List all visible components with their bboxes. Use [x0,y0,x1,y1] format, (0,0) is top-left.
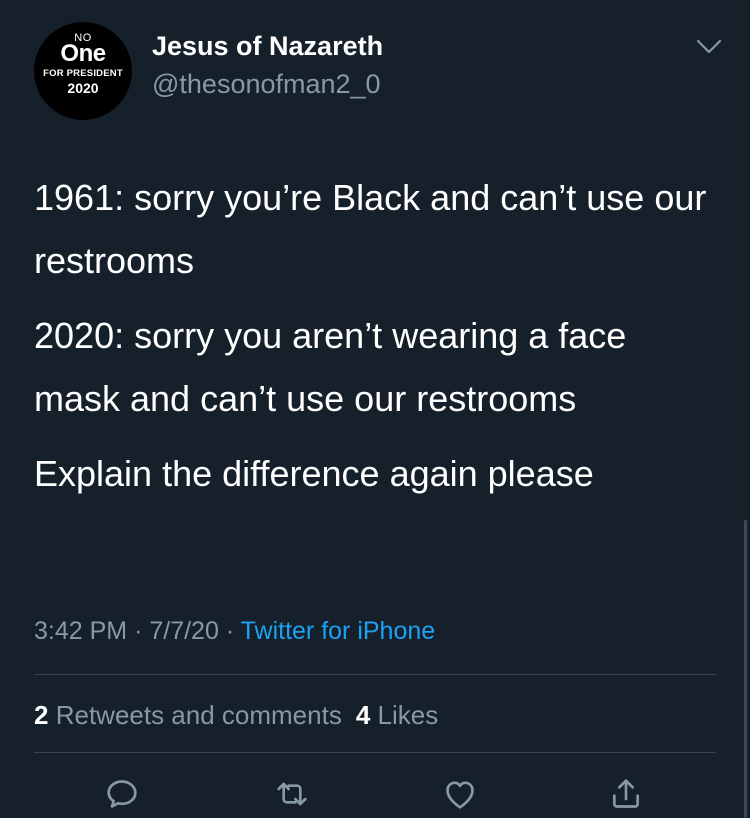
avatar[interactable]: NO One FOR PRESIDENT 2020 [34,22,132,120]
share-icon [613,779,639,808]
tweet-text: 1961: sorry you’re Black and can’t use o… [34,166,714,517]
meta-separator: · [225,617,235,645]
tweet-meta: 3:42 PM · 7/7/20 · Twitter for iPhone [34,612,435,650]
avatar-text-one: One [60,40,106,67]
likes-stat[interactable]: 4 Likes [356,700,438,730]
divider [34,674,716,675]
retweets-stat[interactable]: 2 Retweets and comments [34,700,342,730]
author-display-name[interactable]: Jesus of Nazareth [152,30,383,62]
meta-separator: · [134,617,143,645]
share-button[interactable] [604,774,648,818]
retweet-icon [277,782,307,806]
author-handle[interactable]: @thesonofman2_0 [152,68,381,100]
avatar-text-for-president: FOR PRESIDENT [43,68,123,79]
like-button[interactable] [438,774,482,818]
tweet-date: 7/7/20 [149,617,219,645]
reply-button[interactable] [100,774,144,818]
avatar-text-year: 2020 [67,80,99,96]
tweet-paragraph: 2020: sorry you aren’t wearing a face ma… [34,315,627,419]
retweets-label: Retweets and comments [55,700,342,730]
tweet-paragraph: 1961: sorry you’re Black and can’t use o… [34,177,707,281]
retweet-button[interactable] [270,774,314,818]
tweet-paragraph: Explain the difference again please [34,453,594,494]
likes-label: Likes [377,700,439,730]
reply-icon [107,780,137,808]
tweet-source-link[interactable]: Twitter for iPhone [241,617,436,645]
tweet-time: 3:42 PM [34,617,128,645]
scrollbar[interactable] [744,520,747,818]
tweet-menu-button[interactable] [694,34,724,58]
tweet-stats: 2 Retweets and comments 4 Likes [34,696,438,734]
divider [34,752,716,753]
retweets-count: 2 [34,700,49,730]
heart-icon [446,781,474,809]
chevron-down-icon [696,39,722,54]
likes-count: 4 [355,700,371,730]
